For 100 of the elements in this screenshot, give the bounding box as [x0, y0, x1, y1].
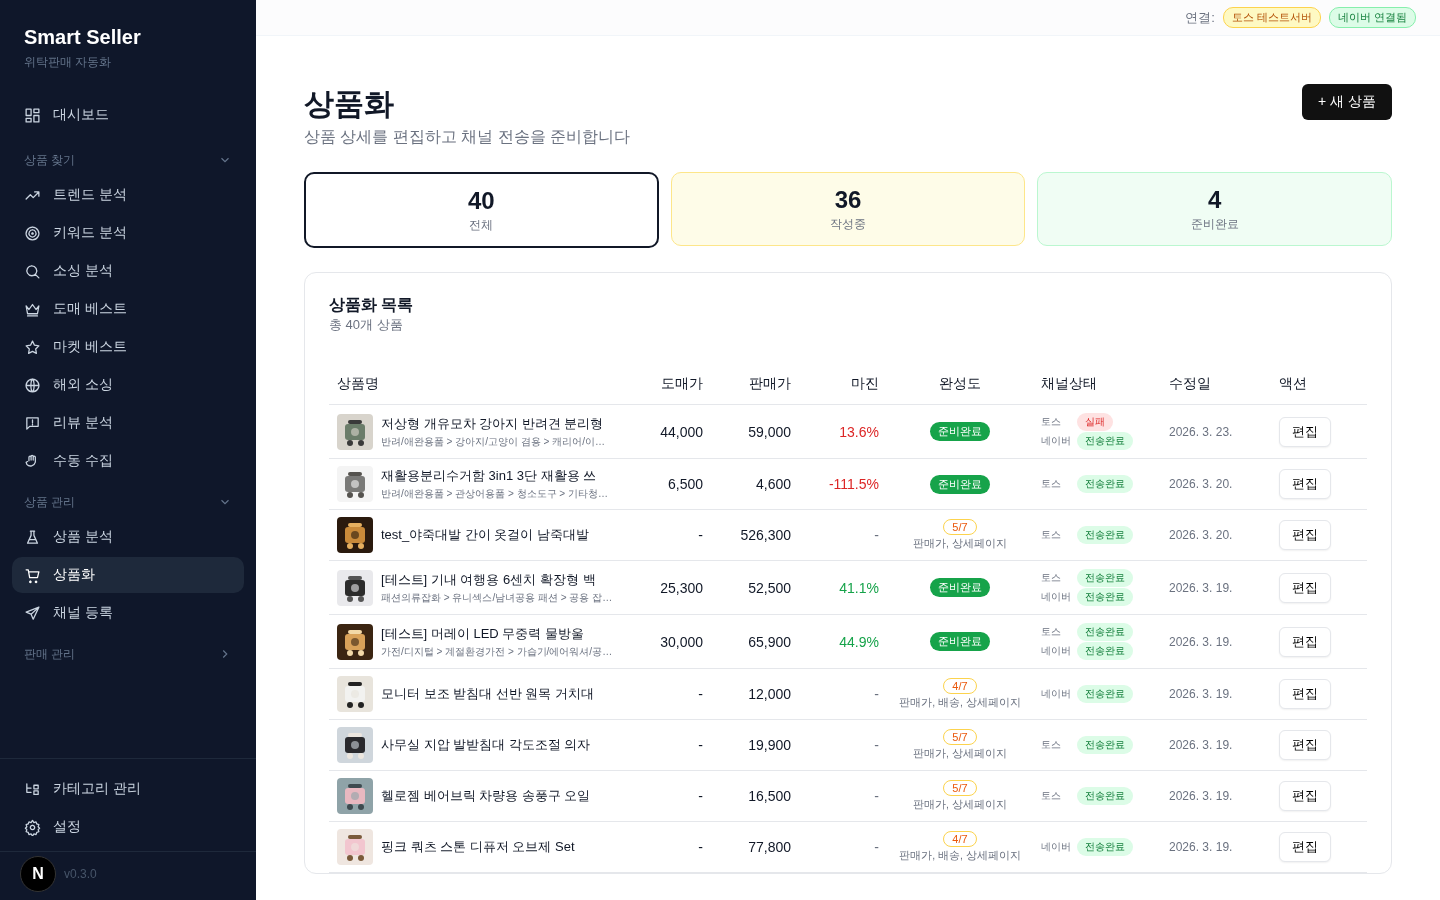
nav-item[interactable]: 설정 [12, 809, 244, 845]
channel-status-badge: 전송완료 [1077, 642, 1133, 660]
product-name[interactable]: test_야죽대발 간이 옷걸이 남죽대발 [381, 526, 590, 544]
section-header[interactable]: 상품 찾기 [12, 143, 244, 177]
nav-item[interactable]: 도매 베스트 [12, 291, 244, 327]
category-path: 반려/애완용품 > 관상어용품 > 청소도구 > 기타청… [381, 487, 608, 501]
wholesale-price: 6,500 [667, 476, 703, 492]
column-header: 판매가 [749, 375, 791, 391]
tree-icon [24, 780, 41, 798]
missing-fields: 판매가, 배송, 상세페이지 [899, 696, 1021, 710]
missing-fields: 판매가, 상세페이지 [913, 537, 1007, 551]
wholesale-price: - [698, 527, 703, 543]
nav-item[interactable]: 상품화 [12, 557, 244, 593]
margin-value: 13.6% [839, 423, 879, 440]
flask-icon [24, 528, 41, 546]
sale-price: 12,000 [748, 686, 791, 702]
edit-button[interactable]: 편집 [1279, 730, 1331, 760]
nav-item[interactable]: 마켓 베스트 [12, 329, 244, 365]
section-header[interactable]: 판매 관리 [12, 637, 244, 671]
list-count: 총 40개 상품 [329, 316, 404, 334]
new-product-button[interactable]: + 새 상품 [1302, 84, 1392, 120]
edit-button[interactable]: 편집 [1279, 679, 1331, 709]
channel-status-badge: 전송완료 [1077, 526, 1133, 544]
edit-button[interactable]: 편집 [1279, 572, 1331, 603]
product-name[interactable]: 저상형 개유모차 강아지 반려견 분리형 [381, 414, 604, 433]
modified-date: 2026. 3. 20. [1169, 528, 1233, 542]
missing-fields: 판매가, 상세페이지 [913, 798, 1007, 812]
nav-item[interactable]: 리뷰 분석 [12, 405, 244, 441]
edit-button[interactable]: 편집 [1279, 626, 1331, 657]
column-header: 상품명 [337, 375, 379, 391]
stat-value: 40 [467, 186, 495, 215]
product-name[interactable]: [테스트] 머레이 LED 무중력 물방울 [381, 624, 584, 643]
nav-item[interactable]: 해외 소싱 [12, 367, 244, 403]
category-path: 패션의류잡화 > 유니섹스/남녀공용 패션 > 공용 잡… [381, 590, 613, 605]
stat-card[interactable]: 36 작성중 [670, 172, 1026, 246]
nav-item[interactable]: 상품 분석 [12, 519, 244, 555]
edit-button[interactable]: 편집 [1279, 781, 1331, 811]
product-name[interactable]: 사무실 지압 발받침대 각도조절 의자 [381, 736, 591, 754]
wholesale-price: - [698, 737, 703, 753]
review-icon [24, 414, 41, 432]
channel-name: 네이버 [1041, 590, 1071, 604]
column-header: 완성도 [939, 375, 981, 391]
edit-button[interactable]: 편집 [1279, 469, 1331, 499]
category-path: 가전/디지털 > 계절환경가전 > 가습기/에어워셔/공… [381, 644, 613, 659]
modified-date: 2026. 3. 19. [1169, 634, 1233, 649]
margin-value: 44.9% [839, 633, 879, 650]
sale-price: 52,500 [748, 579, 791, 596]
modified-date: 2026. 3. 19. [1169, 687, 1233, 701]
channel-name: 토스 [1041, 477, 1062, 491]
nav-item[interactable]: 수동 수집 [12, 443, 244, 479]
margin-value: - [874, 686, 879, 702]
product-name[interactable]: [테스트] 기내 여행용 6센치 확장형 백 [381, 570, 596, 589]
wholesale-price: - [698, 686, 703, 702]
sale-price: 59,000 [748, 423, 791, 440]
product-name[interactable]: 핑크 쿼츠 스톤 디퓨저 오브제 Set [381, 838, 575, 856]
stat-value: 36 [834, 185, 862, 214]
margin-value: - [874, 527, 879, 543]
list-title: 상품화 목록 [329, 295, 415, 315]
wholesale-price: - [698, 839, 703, 855]
nav-item[interactable]: 카테고리 관리 [12, 771, 244, 807]
edit-button[interactable]: 편집 [1279, 520, 1331, 550]
margin-value: - [874, 737, 879, 753]
product-name[interactable]: 재활용분리수거함 3in1 3단 재활용 쓰 [381, 467, 597, 485]
connection-label: 연결: [1185, 8, 1215, 27]
wholesale-price: 25,300 [660, 579, 703, 596]
section-header[interactable]: 상품 관리 [12, 485, 244, 519]
channel-status-badge: 전송완료 [1077, 736, 1133, 754]
column-header: 액션 [1279, 375, 1307, 391]
wholesale-price: 30,000 [660, 633, 703, 650]
category-path: 반려/애완용품 > 강아지/고양이 겸용 > 캐리어/이… [381, 434, 605, 449]
column-header: 채널상태 [1041, 375, 1097, 391]
nav-item[interactable]: 키워드 분석 [12, 215, 244, 251]
version-label: v0.3.0 [64, 867, 97, 881]
channel-status-badge: 전송완료 [1077, 588, 1133, 606]
channel-status-badge: 전송완료 [1077, 569, 1133, 587]
nav-item[interactable]: 대시보드 [12, 97, 244, 133]
page-subtitle: 상품 상세를 편집하고 채널 전송을 준비합니다 [304, 127, 631, 147]
margin-value: - [874, 788, 879, 804]
search-icon [24, 262, 41, 280]
product-name[interactable]: 모니터 보조 받침대 선반 원목 거치대 [381, 685, 595, 703]
globe-icon [24, 376, 41, 394]
modified-date: 2026. 3. 23. [1169, 424, 1233, 439]
nav-item[interactable]: 소싱 분석 [12, 253, 244, 289]
modified-date: 2026. 3. 19. [1169, 580, 1233, 595]
target-icon [24, 224, 41, 242]
stat-label: 전체 [469, 216, 494, 234]
column-header: 도매가 [661, 375, 703, 391]
dev-indicator[interactable]: N [20, 856, 56, 892]
dashboard-icon [24, 106, 41, 124]
edit-button[interactable]: 편집 [1279, 416, 1331, 447]
edit-button[interactable]: 편집 [1279, 832, 1331, 862]
page-title: 상품화 [304, 86, 395, 122]
channel-name: 토스 [1041, 528, 1062, 542]
product-name[interactable]: 헬로젬 베어브릭 차량용 송풍구 오일 [381, 787, 591, 805]
stat-card[interactable]: 4 준비완료 [1037, 172, 1392, 246]
stat-card[interactable]: 40 전체 [304, 172, 659, 248]
nav-item[interactable]: 트렌드 분석 [12, 177, 244, 213]
channel-status-badge: 전송완료 [1077, 475, 1133, 493]
wholesale-price: - [698, 788, 703, 804]
nav-item[interactable]: 채널 등록 [12, 595, 244, 631]
